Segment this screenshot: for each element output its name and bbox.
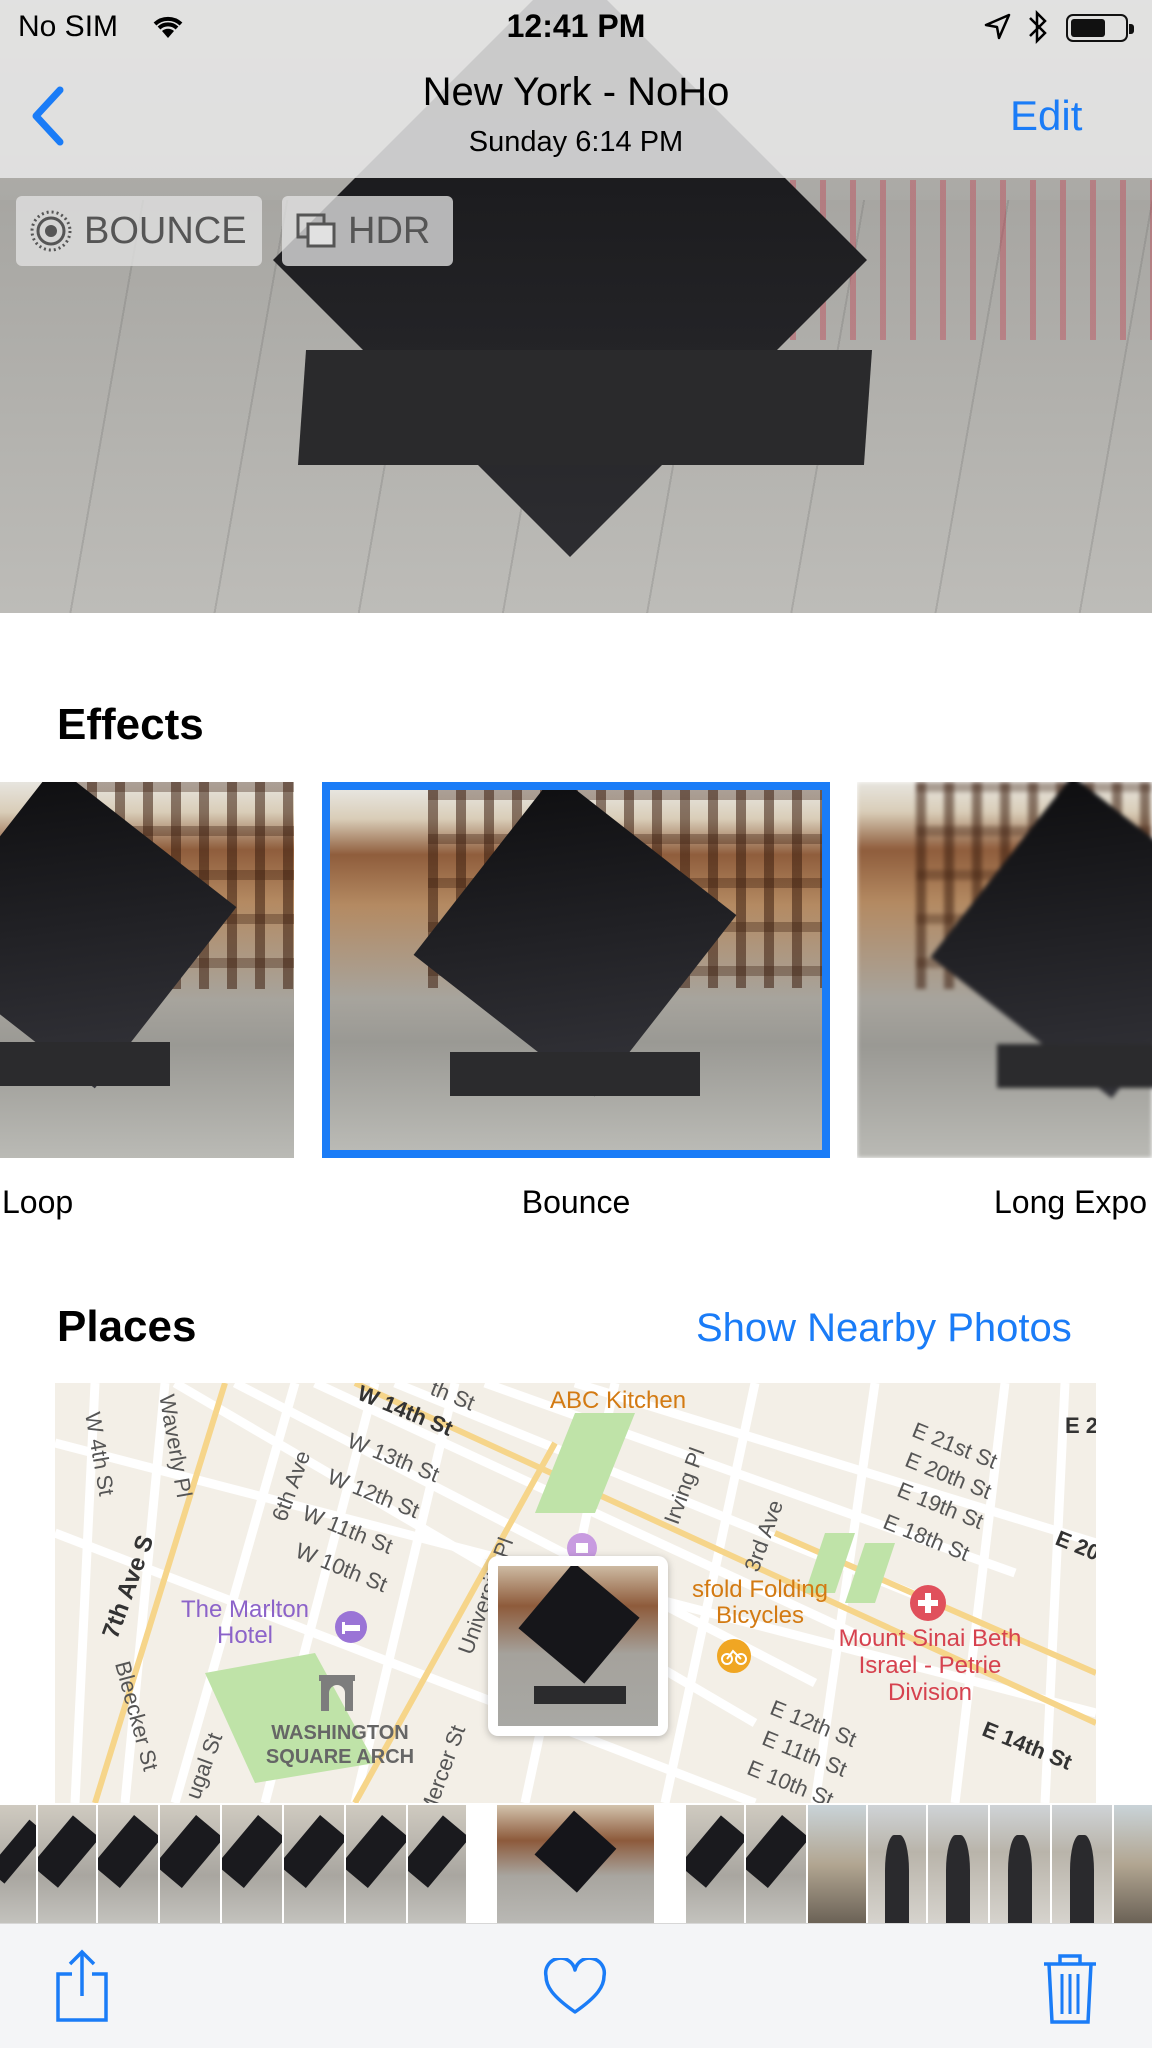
filmstrip-frame[interactable] — [98, 1805, 158, 1923]
photo-cube-base — [297, 350, 873, 465]
trash-icon — [1044, 1954, 1096, 2024]
filmstrip-frame[interactable] — [408, 1805, 466, 1923]
favorite-button[interactable] — [542, 1956, 608, 2021]
hdr-badge: HDR — [282, 196, 453, 266]
live-photo-icon — [28, 208, 74, 254]
nav-subtitle: Sunday 6:14 PM — [468, 126, 684, 158]
map-poi-washington-square-arch[interactable]: WASHINGTON SQUARE ARCH — [260, 1721, 420, 1769]
map-pin-thumbnail — [498, 1566, 658, 1726]
map-poi-marlton-hotel[interactable]: The Marlton Hotel — [175, 1597, 315, 1649]
effect-bounce-label: Bounce — [521, 1184, 631, 1220]
map-poi-folding-bicycles[interactable]: sfold Folding Bicycles — [665, 1577, 855, 1629]
map-poi-abc-kitchen[interactable]: ABC Kitchen — [550, 1387, 686, 1415]
photo-filmstrip[interactable] — [0, 1805, 1152, 1923]
battery-icon — [1066, 14, 1134, 42]
bottom-toolbar — [0, 1923, 1152, 2048]
map-poi-mount-sinai[interactable]: Mount Sinai Beth Israel - Petrie Divisio… — [835, 1625, 1025, 1706]
map-photo-pin[interactable] — [488, 1556, 668, 1736]
effect-long-exposure-thumbnail[interactable] — [857, 782, 1152, 1158]
effect-long-exposure-label: Long Expo — [994, 1184, 1148, 1220]
location-arrow-icon — [982, 12, 1012, 50]
filmstrip-frame[interactable] — [38, 1805, 96, 1923]
live-photo-badge: BOUNCE — [16, 196, 262, 266]
status-bar: No SIM 12:41 PM — [0, 0, 1152, 56]
hdr-icon — [294, 211, 338, 251]
live-photo-badge-label: BOUNCE — [84, 209, 247, 252]
show-nearby-photos-link[interactable]: Show Nearby Photos — [696, 1306, 1072, 1351]
filmstrip-frame[interactable] — [1114, 1805, 1152, 1923]
share-icon — [56, 1949, 108, 2022]
bluetooth-icon — [1026, 8, 1050, 54]
effects-section-title: Effects — [57, 700, 204, 749]
heart-icon — [543, 1956, 607, 2014]
filmstrip-frame-selected[interactable] — [497, 1805, 654, 1923]
places-section-title: Places — [57, 1302, 197, 1351]
filmstrip-frame[interactable] — [928, 1805, 988, 1923]
hotel-icon — [335, 1611, 367, 1643]
filmstrip-frame[interactable] — [746, 1805, 806, 1923]
filmstrip-frame[interactable] — [686, 1805, 744, 1923]
effect-loop-thumbnail[interactable] — [0, 782, 294, 1158]
map-street-e2x: E 2 — [1065, 1413, 1096, 1438]
filmstrip-frame[interactable] — [284, 1805, 344, 1923]
edit-button[interactable]: Edit — [1010, 92, 1082, 140]
filmstrip-frame[interactable] — [0, 1805, 36, 1923]
filmstrip-frame[interactable] — [346, 1805, 406, 1923]
share-button[interactable] — [52, 1948, 112, 2029]
hdr-badge-label: HDR — [348, 209, 431, 252]
filmstrip-frame[interactable] — [160, 1805, 220, 1923]
delete-button[interactable] — [1042, 1952, 1098, 2031]
effect-bounce-thumbnail[interactable] — [322, 782, 830, 1158]
filmstrip-frame[interactable] — [222, 1805, 282, 1923]
status-time: 12:41 PM — [506, 8, 646, 44]
filmstrip-frame[interactable] — [1052, 1805, 1112, 1923]
bicycle-icon — [717, 1639, 751, 1673]
nav-title: New York - NoHo — [422, 70, 730, 114]
places-map[interactable]: W 14th St W 13th St W 12th St W 11th St … — [55, 1383, 1096, 1803]
filmstrip-frame[interactable] — [808, 1805, 866, 1923]
filmstrip-frame[interactable] — [868, 1805, 926, 1923]
hospital-icon — [910, 1585, 946, 1621]
filmstrip-frame[interactable] — [990, 1805, 1050, 1923]
